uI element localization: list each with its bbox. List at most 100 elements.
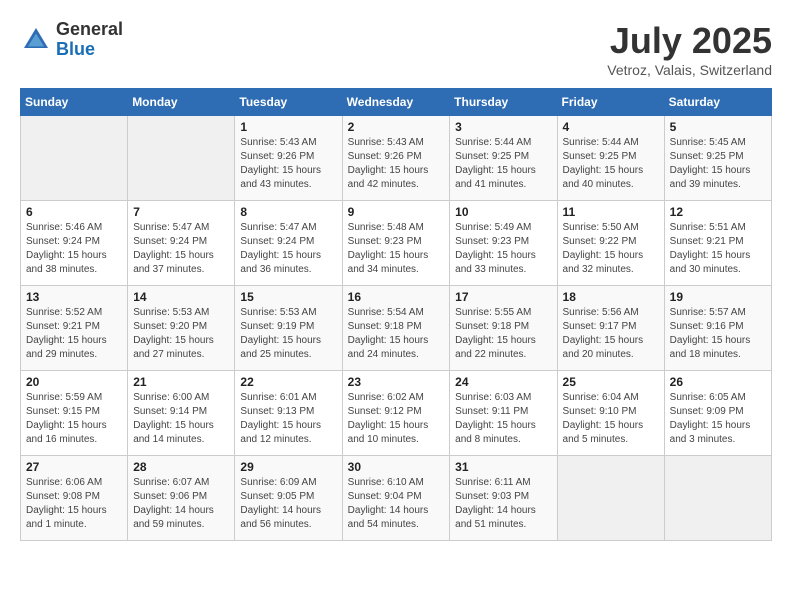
day-number: 8 [240, 205, 336, 219]
day-number: 27 [26, 460, 122, 474]
day-detail: Sunrise: 5:55 AMSunset: 9:18 PMDaylight:… [455, 306, 551, 362]
day-detail: Sunrise: 5:45 AMSunset: 9:25 PMDaylight:… [670, 136, 766, 192]
calendar-week-row: 20Sunrise: 5:59 AMSunset: 9:15 PMDayligh… [21, 371, 772, 456]
day-number: 30 [348, 460, 445, 474]
calendar-cell: 20Sunrise: 5:59 AMSunset: 9:15 PMDayligh… [21, 371, 128, 456]
calendar-week-row: 6 Sunrise: 5:46 AMSunset: 9:24 PMDaylight… [21, 201, 772, 286]
day-detail: Sunrise: 6:06 AMSunset: 9:08 PMDaylight:… [26, 476, 122, 532]
calendar-cell: 9 Sunrise: 5:48 AMSunset: 9:23 PMDaylight… [342, 201, 450, 286]
calendar-week-row: 1 Sunrise: 5:43 AMSunset: 9:26 PMDaylight… [21, 116, 772, 201]
day-detail: Sunrise: 6:03 AMSunset: 9:11 PMDaylight:… [455, 391, 551, 447]
calendar-header: SundayMondayTuesdayWednesdayThursdayFrid… [21, 89, 772, 116]
calendar-cell: 19Sunrise: 5:57 AMSunset: 9:16 PMDayligh… [664, 286, 771, 371]
calendar-week-row: 27 Sunrise: 6:06 AMSunset: 9:08 PMDayligh… [21, 456, 772, 541]
calendar-cell: 31 Sunrise: 6:11 AMSunset: 9:03 PMDayligh… [450, 456, 557, 541]
calendar-cell: 14 Sunrise: 5:53 AMSunset: 9:20 PMDayligh… [128, 286, 235, 371]
day-detail: Sunrise: 5:52 AMSunset: 9:21 PMDaylight:… [26, 306, 122, 362]
day-number: 26 [670, 375, 766, 389]
day-detail: Sunrise: 6:11 AMSunset: 9:03 PMDaylight:… [455, 476, 551, 532]
calendar-cell: 2 Sunrise: 5:43 AMSunset: 9:26 PMDaylight… [342, 116, 450, 201]
day-detail: Sunrise: 5:47 AMSunset: 9:24 PMDaylight:… [240, 221, 336, 277]
day-detail: Sunrise: 6:07 AMSunset: 9:06 PMDaylight:… [133, 476, 229, 532]
calendar-cell: 16Sunrise: 5:54 AMSunset: 9:18 PMDayligh… [342, 286, 450, 371]
day-number: 11 [563, 205, 659, 219]
weekday-header: Wednesday [342, 89, 450, 116]
weekday-header: Thursday [450, 89, 557, 116]
day-number: 9 [348, 205, 445, 219]
day-detail: Sunrise: 5:50 AMSunset: 9:22 PMDaylight:… [563, 221, 659, 277]
calendar-cell: 17 Sunrise: 5:55 AMSunset: 9:18 PMDayligh… [450, 286, 557, 371]
day-detail: Sunrise: 5:47 AMSunset: 9:24 PMDaylight:… [133, 221, 229, 277]
day-detail: Sunrise: 5:43 AMSunset: 9:26 PMDaylight:… [348, 136, 445, 192]
calendar-cell: 21Sunrise: 6:00 AMSunset: 9:14 PMDayligh… [128, 371, 235, 456]
day-number: 31 [455, 460, 551, 474]
month-title: July 2025 [607, 20, 772, 62]
day-number: 22 [240, 375, 336, 389]
calendar-cell: 24 Sunrise: 6:03 AMSunset: 9:11 PMDayligh… [450, 371, 557, 456]
calendar-cell: 22 Sunrise: 6:01 AMSunset: 9:13 PMDayligh… [235, 371, 342, 456]
calendar-cell: 26Sunrise: 6:05 AMSunset: 9:09 PMDayligh… [664, 371, 771, 456]
calendar-cell [557, 456, 664, 541]
day-number: 6 [26, 205, 122, 219]
calendar-cell: 25Sunrise: 6:04 AMSunset: 9:10 PMDayligh… [557, 371, 664, 456]
calendar-cell: 15 Sunrise: 5:53 AMSunset: 9:19 PMDayligh… [235, 286, 342, 371]
day-number: 21 [133, 375, 229, 389]
day-number: 17 [455, 290, 551, 304]
logo-text: General Blue [56, 20, 123, 60]
location-subtitle: Vetroz, Valais, Switzerland [607, 62, 772, 78]
day-detail: Sunrise: 5:48 AMSunset: 9:23 PMDaylight:… [348, 221, 445, 277]
day-number: 20 [26, 375, 122, 389]
day-detail: Sunrise: 6:01 AMSunset: 9:13 PMDaylight:… [240, 391, 336, 447]
weekday-header: Monday [128, 89, 235, 116]
calendar-cell: 11 Sunrise: 5:50 AMSunset: 9:22 PMDayligh… [557, 201, 664, 286]
day-detail: Sunrise: 5:53 AMSunset: 9:19 PMDaylight:… [240, 306, 336, 362]
day-number: 7 [133, 205, 229, 219]
day-detail: Sunrise: 5:53 AMSunset: 9:20 PMDaylight:… [133, 306, 229, 362]
day-detail: Sunrise: 5:49 AMSunset: 9:23 PMDaylight:… [455, 221, 551, 277]
day-number: 14 [133, 290, 229, 304]
day-detail: Sunrise: 6:10 AMSunset: 9:04 PMDaylight:… [348, 476, 445, 532]
calendar-cell: 28 Sunrise: 6:07 AMSunset: 9:06 PMDayligh… [128, 456, 235, 541]
day-number: 28 [133, 460, 229, 474]
title-block: July 2025 Vetroz, Valais, Switzerland [607, 20, 772, 78]
day-number: 15 [240, 290, 336, 304]
calendar-cell [664, 456, 771, 541]
day-number: 3 [455, 120, 551, 134]
calendar-week-row: 13 Sunrise: 5:52 AMSunset: 9:21 PMDayligh… [21, 286, 772, 371]
page-header: General Blue July 2025 Vetroz, Valais, S… [20, 20, 772, 78]
day-number: 24 [455, 375, 551, 389]
day-number: 23 [348, 375, 445, 389]
weekday-header: Sunday [21, 89, 128, 116]
calendar-cell: 29 Sunrise: 6:09 AMSunset: 9:05 PMDayligh… [235, 456, 342, 541]
calendar-cell: 3 Sunrise: 5:44 AMSunset: 9:25 PMDaylight… [450, 116, 557, 201]
day-detail: Sunrise: 6:09 AMSunset: 9:05 PMDaylight:… [240, 476, 336, 532]
day-detail: Sunrise: 5:46 AMSunset: 9:24 PMDaylight:… [26, 221, 122, 277]
day-number: 4 [563, 120, 659, 134]
calendar-cell: 13 Sunrise: 5:52 AMSunset: 9:21 PMDayligh… [21, 286, 128, 371]
calendar-cell: 12Sunrise: 5:51 AMSunset: 9:21 PMDayligh… [664, 201, 771, 286]
day-number: 1 [240, 120, 336, 134]
logo: General Blue [20, 20, 123, 60]
day-detail: Sunrise: 5:43 AMSunset: 9:26 PMDaylight:… [240, 136, 336, 192]
day-number: 29 [240, 460, 336, 474]
logo-general: General [56, 19, 123, 39]
calendar-table: SundayMondayTuesdayWednesdayThursdayFrid… [20, 88, 772, 541]
calendar-cell: 4 Sunrise: 5:44 AMSunset: 9:25 PMDaylight… [557, 116, 664, 201]
calendar-body: 1 Sunrise: 5:43 AMSunset: 9:26 PMDaylight… [21, 116, 772, 541]
weekday-header: Tuesday [235, 89, 342, 116]
day-number: 16 [348, 290, 445, 304]
calendar-cell [21, 116, 128, 201]
calendar-cell: 23Sunrise: 6:02 AMSunset: 9:12 PMDayligh… [342, 371, 450, 456]
day-number: 2 [348, 120, 445, 134]
day-number: 13 [26, 290, 122, 304]
calendar-cell [128, 116, 235, 201]
calendar-cell: 7 Sunrise: 5:47 AMSunset: 9:24 PMDaylight… [128, 201, 235, 286]
day-detail: Sunrise: 5:44 AMSunset: 9:25 PMDaylight:… [563, 136, 659, 192]
day-number: 5 [670, 120, 766, 134]
day-detail: Sunrise: 5:44 AMSunset: 9:25 PMDaylight:… [455, 136, 551, 192]
weekday-header: Saturday [664, 89, 771, 116]
day-number: 18 [563, 290, 659, 304]
day-detail: Sunrise: 5:57 AMSunset: 9:16 PMDaylight:… [670, 306, 766, 362]
logo-icon [20, 24, 52, 56]
calendar-cell: 8 Sunrise: 5:47 AMSunset: 9:24 PMDaylight… [235, 201, 342, 286]
